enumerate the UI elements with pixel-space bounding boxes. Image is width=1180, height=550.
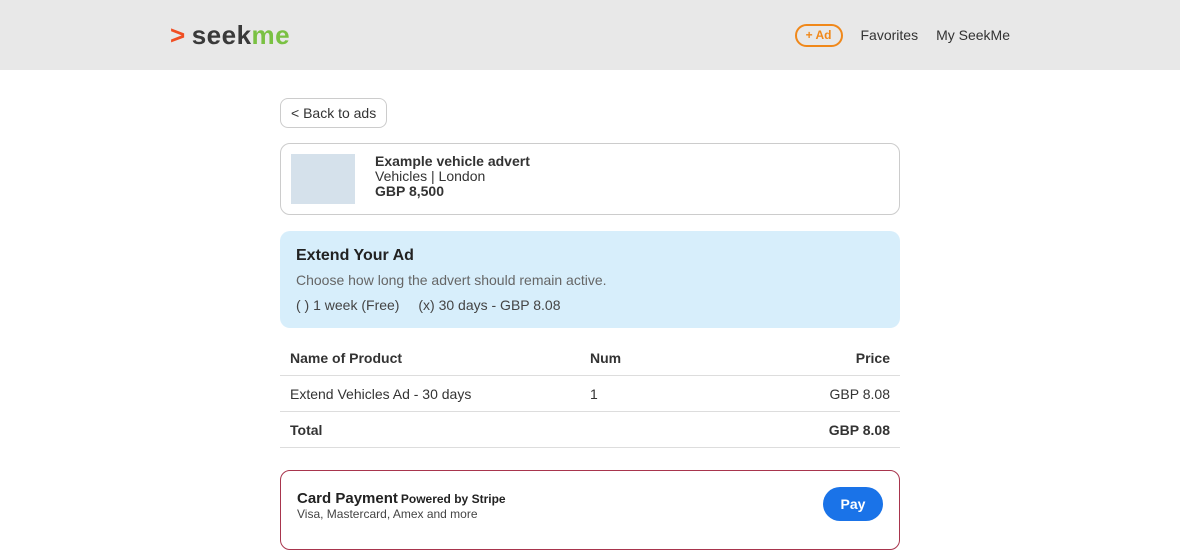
payment-methods-text: Visa, Mastercard, Amex and more <box>297 507 478 521</box>
advert-price: GBP 8,500 <box>375 183 445 199</box>
payment-title-line: Card Payment Powered by Stripe <box>297 490 506 508</box>
extend-title: Extend Your Ad <box>296 247 414 264</box>
duration-options: ( ) 1 week (Free) (x) 30 days - GBP 8.08 <box>296 297 884 313</box>
logo-seek-text: seek <box>191 20 252 50</box>
logo-me-text: me <box>251 20 291 50</box>
nav-my-seekme-link[interactable]: My SeekMe <box>936 24 1010 47</box>
logo-arrow-icon: > <box>170 20 186 50</box>
card-payment-panel: Card Payment Powered by Stripe Visa, Mast… <box>280 470 900 550</box>
advert-info: Example vehicle advert Vehicles | London… <box>375 154 530 199</box>
advert-title: Example vehicle advert <box>375 153 530 169</box>
row-product-name: Extend Vehicles Ad - 30 days <box>280 375 580 412</box>
header-nav: + Ad Favorites My SeekMe <box>794 24 1010 47</box>
table-header-row: Name of Product Num Price <box>280 340 900 376</box>
back-to-ads-button[interactable]: < Back to ads <box>280 98 388 128</box>
row-price: GBP 8.08 <box>740 375 900 412</box>
nav-favorites-link[interactable]: Favorites <box>861 24 919 47</box>
option-30-days[interactable]: (x) 30 days - GBP 8.08 <box>418 297 560 313</box>
advert-summary-card: Example vehicle advert Vehicles | London… <box>280 143 900 215</box>
total-label: Total <box>280 411 580 448</box>
advert-category-location: Vehicles | London <box>375 168 486 184</box>
row-num: 1 <box>580 375 740 412</box>
pay-button[interactable]: Pay <box>823 487 883 521</box>
option-1-week-free[interactable]: ( ) 1 week (Free) <box>296 297 399 313</box>
seekme-logo[interactable]: > seekme <box>170 18 290 52</box>
advert-thumbnail <box>291 154 355 204</box>
order-summary-table: Name of Product Num Price Extend Vehicle… <box>280 340 900 448</box>
payment-title: Card Payment <box>297 490 398 507</box>
header-product-name: Name of Product <box>280 340 580 376</box>
extend-description: Choose how long the advert should remain… <box>296 272 607 288</box>
total-price: GBP 8.08 <box>740 411 900 448</box>
powered-by-stripe: Powered by Stripe <box>400 492 506 506</box>
total-num-empty <box>580 411 740 448</box>
extend-ad-panel: Extend Your Ad Choose how long the adver… <box>280 231 900 328</box>
post-ad-button[interactable]: + Ad <box>794 24 843 47</box>
table-row: Extend Vehicles Ad - 30 days 1 GBP 8.08 <box>280 375 900 412</box>
header-num: Num <box>580 340 740 376</box>
header-price: Price <box>740 340 900 376</box>
table-total-row: Total GBP 8.08 <box>280 411 900 448</box>
top-header: > seekme + Ad Favorites My SeekMe <box>0 0 1180 70</box>
